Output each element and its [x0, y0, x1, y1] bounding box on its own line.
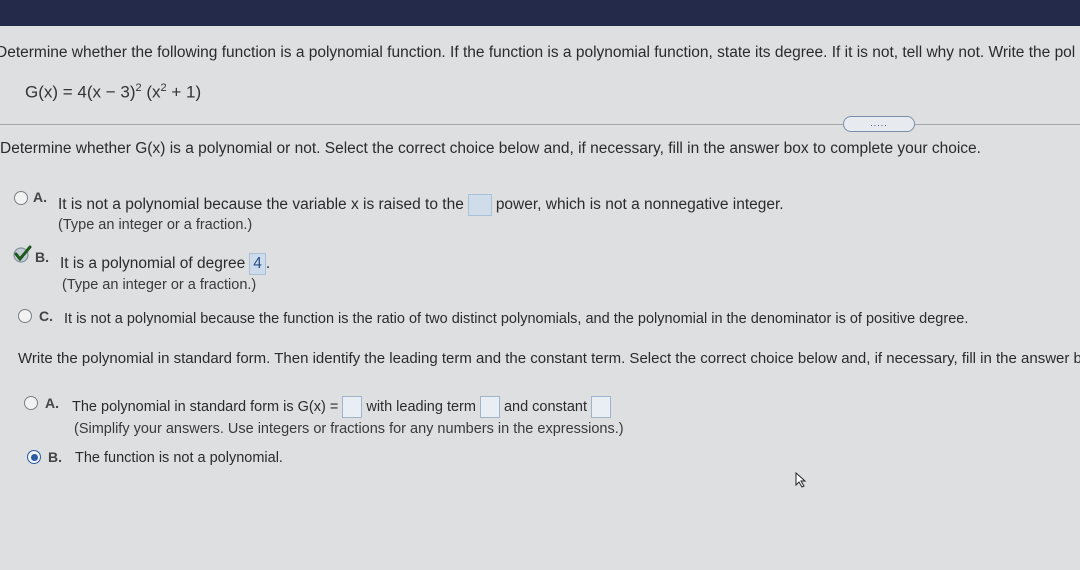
section-divider [0, 124, 1080, 125]
part1-choice-a-hint: (Type an integer or a fraction.) [58, 217, 253, 233]
part1-choice-b-letter: B. [35, 249, 49, 265]
part1-instruction: Determine whether G(x) is a polynomial o… [0, 140, 981, 157]
part1-choice-a-text-after: power, which is not a nonnegative intege… [495, 196, 784, 214]
part1-choice-b-period: . [265, 255, 271, 273]
expand-button[interactable]: ..... [843, 116, 915, 132]
function-mid: (x [141, 82, 161, 102]
part2-choice-a-text1: The polynomial in standard form is G(x) … [72, 398, 339, 415]
part1-choice-c-text: It is not a polynomial because the funct… [64, 311, 969, 327]
correct-check-icon[interactable] [12, 244, 32, 264]
part1-choice-b-text: It is a polynomial of degree 4. [60, 253, 270, 275]
part1-choice-c-radio[interactable] [18, 309, 32, 323]
part2-choice-b-letter: B. [48, 449, 62, 465]
part2-choice-a-text2: with leading term [366, 398, 476, 415]
part2-choice-b-radio[interactable] [27, 450, 41, 464]
function-lhs: G(x) = 4(x − 3) [25, 82, 136, 102]
part2-choice-a-hint: (Simplify your answers. Use integers or … [74, 421, 624, 437]
top-bar [0, 0, 1080, 26]
part2-polynomial-box[interactable] [342, 396, 363, 418]
part1-choice-a-text: It is not a polynomial because the varia… [58, 194, 784, 216]
mouse-cursor-icon [795, 472, 807, 488]
question-prompt: Determine whether the following function… [0, 44, 1076, 61]
part2-choice-a-text3: and constant [503, 398, 587, 415]
function-rhs: + 1) [166, 82, 202, 102]
part2-instruction: Write the polynomial in standard form. T… [18, 350, 1080, 367]
part1-choice-b-answer-box[interactable]: 4 [249, 253, 266, 275]
part1-choice-a-letter: A. [33, 189, 47, 205]
part1-choice-b-hint: (Type an integer or a fraction.) [62, 277, 257, 293]
part1-choice-a-text-before: It is not a polynomial because the varia… [58, 196, 464, 214]
function-expression: G(x) = 4(x − 3)2 (x2 + 1) [25, 82, 201, 103]
part1-choice-a-radio[interactable] [14, 191, 28, 205]
part1-choice-a-answer-box[interactable] [467, 194, 492, 216]
part2-choice-a-text: The polynomial in standard form is G(x) … [72, 396, 615, 418]
part2-leading-term-box[interactable] [479, 396, 500, 418]
part2-choice-a-radio[interactable] [24, 396, 38, 410]
part1-choice-b-text-before: It is a polynomial of degree [60, 255, 246, 273]
part2-constant-box[interactable] [591, 396, 611, 418]
part2-choice-a-letter: A. [45, 395, 59, 411]
part2-choice-b-text: The function is not a polynomial. [75, 450, 283, 466]
part1-choice-c-letter: C. [39, 308, 53, 324]
